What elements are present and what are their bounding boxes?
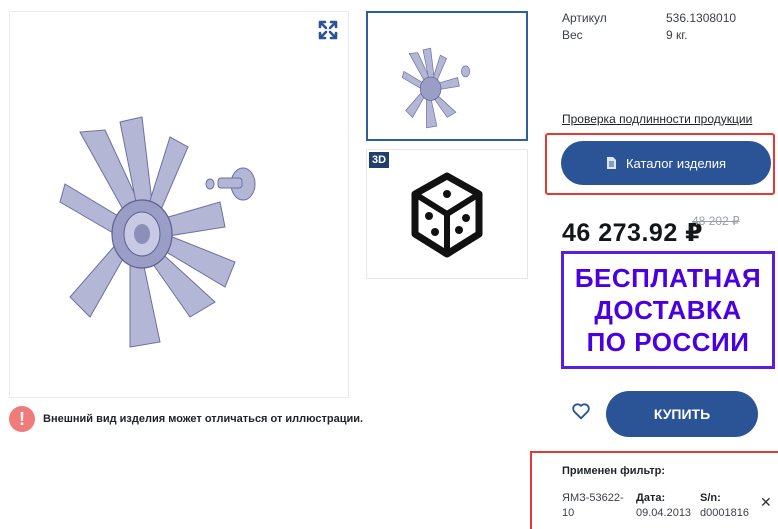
applied-filter-panel: Применен фильтр: ЯМЗ-53622-10 Дата: 09.0… (530, 451, 778, 529)
spec-weight: Вес 9 кг. (562, 28, 688, 42)
spec-value: 536.1308010 (666, 11, 737, 25)
delivery-line-2: ДОСТАВКА (594, 295, 742, 325)
spec-article: Артикул 536.1308010 (562, 11, 736, 25)
filter-model: ЯМЗ-53622-10 (562, 492, 624, 519)
spec-value: 9 кг. (666, 28, 688, 42)
alert-icon: ! (9, 406, 35, 432)
delivery-line-1: БЕСПЛАТНАЯ (574, 263, 762, 293)
cube-3d-icon (411, 172, 483, 258)
thumbnail-fan[interactable] (366, 11, 528, 141)
close-icon[interactable]: ✕ (760, 494, 772, 511)
document-icon (606, 157, 616, 169)
catalog-button-label: Каталог изделия (625, 155, 727, 171)
filter-date-label: Дата: (636, 492, 666, 504)
main-product-image[interactable] (9, 11, 349, 398)
filter-title: Применен фильтр: (562, 465, 666, 477)
filter-sn-label: S/n: (700, 492, 721, 504)
catalog-button[interactable]: Каталог изделия (561, 141, 771, 185)
catalog-highlight-frame: Каталог изделия (545, 133, 775, 195)
filter-date: Дата: 09.04.2013 (636, 491, 691, 521)
filter-date-value: 09.04.2013 (636, 507, 692, 519)
filter-sn: S/n: d0001816 (700, 491, 749, 521)
fan-thumbnail-illustration (401, 47, 471, 129)
thumbnail-3d[interactable]: 3D (366, 149, 528, 279)
heart-icon[interactable] (570, 400, 592, 422)
verify-authenticity-link[interactable]: Проверка подлинности продукции (562, 112, 752, 126)
notice-text: Внешний вид изделия может отличаться от … (43, 413, 364, 425)
appearance-notice: ! Внешний вид изделия может отличаться о… (9, 405, 449, 433)
current-price: 46 273.92 ₽ (562, 219, 704, 247)
3d-badge: 3D (369, 152, 390, 168)
filter-sn-value: d0001816 (700, 507, 749, 519)
fan-illustration (59, 116, 256, 348)
expand-icon[interactable] (316, 18, 340, 42)
spec-label: Вес (562, 28, 583, 42)
spec-label: Артикул (562, 11, 607, 25)
buy-button[interactable]: КУПИТЬ (606, 391, 758, 437)
delivery-line-3: ПО РОССИИ (586, 327, 750, 357)
old-price: 48 202 ₽ (692, 214, 740, 228)
free-delivery-banner: БЕСПЛАТНАЯ ДОСТАВКА ПО РОССИИ (561, 251, 775, 369)
